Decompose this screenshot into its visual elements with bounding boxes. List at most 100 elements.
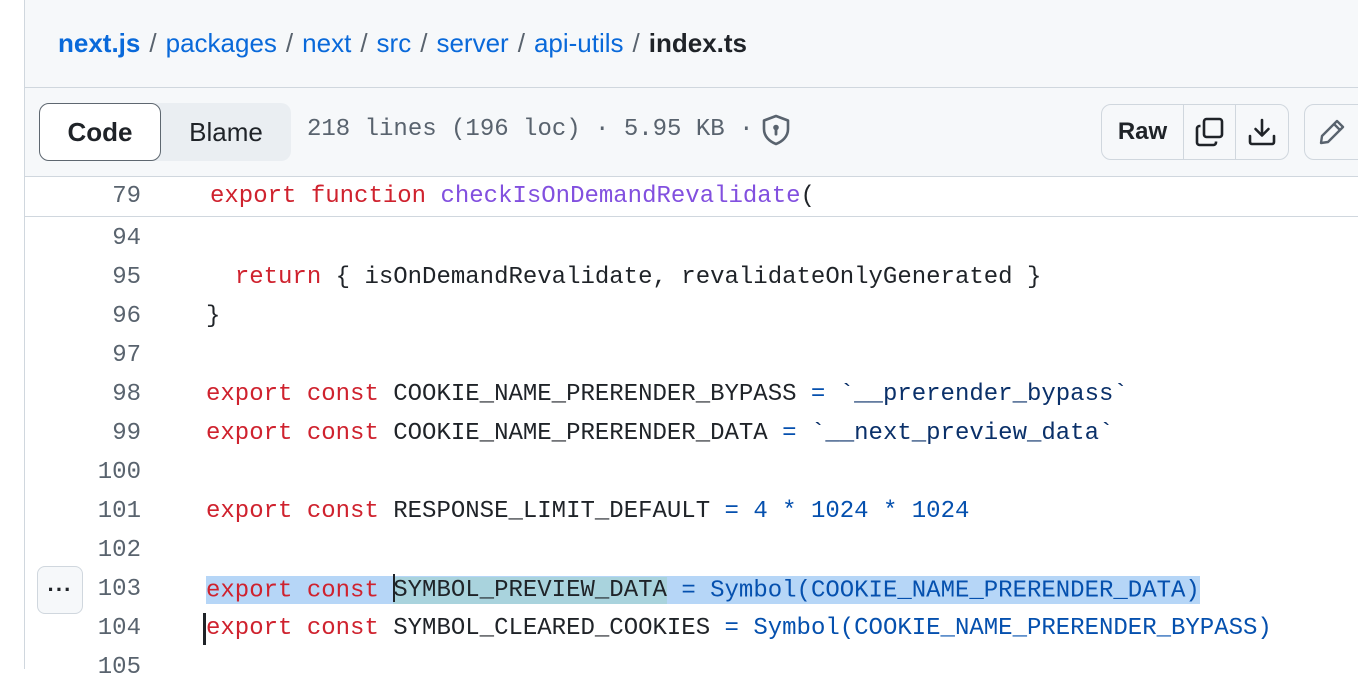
breadcrumb-api-utils-link[interactable]: api-utils <box>534 28 624 59</box>
keyword: const <box>306 381 379 408</box>
shield-icon[interactable] <box>761 114 791 146</box>
punctuation: ( <box>800 183 815 210</box>
keyword: const <box>306 420 379 447</box>
copy-raw-button[interactable] <box>1184 105 1236 159</box>
number-literal: 4 <box>753 498 768 525</box>
file-view: next.js / packages / next / src / server… <box>25 0 1358 681</box>
identifier: COOKIE_NAME_PRERENDER_BYPASS <box>393 381 797 408</box>
line-number[interactable]: 94 <box>93 225 141 252</box>
code-row: 96 } <box>25 297 1358 336</box>
code-viewer[interactable]: 79 export function checkIsOnDemandRevali… <box>25 177 1358 681</box>
keyword: const <box>306 498 379 525</box>
line-number[interactable]: 105 <box>93 654 141 681</box>
code-row: 98 export const COOKIE_NAME_PRERENDER_BY… <box>25 375 1358 414</box>
keyword: export <box>206 615 293 642</box>
code-line: export const COOKIE_NAME_PRERENDER_DATA … <box>206 420 1113 447</box>
identifier: SYMBOL_CLEARED_COOKIES <box>393 615 711 642</box>
line-number[interactable]: 79 <box>93 183 141 210</box>
code-text: } <box>206 303 221 330</box>
operator: = <box>810 381 826 408</box>
code-row: 95 return { isOnDemandRevalidate, revali… <box>25 258 1358 297</box>
string-literal: `__next_preview_data` <box>810 420 1114 447</box>
code-row: 101 export const RESPONSE_LIMIT_DEFAULT … <box>25 492 1358 531</box>
pencil-icon <box>1319 119 1345 145</box>
text-cursor <box>393 574 396 602</box>
keyword: export <box>206 498 293 525</box>
download-button[interactable] <box>1236 105 1288 159</box>
code-row: 100 <box>25 453 1358 492</box>
keyword: const <box>306 577 379 605</box>
copy-icon <box>1195 117 1223 147</box>
sticky-header-line[interactable]: 79 export function checkIsOnDemandRevali… <box>25 177 1358 217</box>
line-number[interactable]: 101 <box>93 498 141 525</box>
keyword: export <box>206 577 293 605</box>
breadcrumb-separator: / <box>285 28 294 58</box>
view-mode-segmented-control: Code Blame <box>39 103 291 161</box>
tab-blame[interactable]: Blame <box>161 103 291 161</box>
line-number[interactable]: 99 <box>93 420 141 447</box>
tab-code[interactable]: Code <box>39 103 161 161</box>
keyword: export <box>210 183 297 210</box>
code-row-selected: ··· 103 export const SYMBOL_PREVIEW_DATA… <box>25 566 1358 614</box>
line-options-button[interactable]: ··· <box>37 566 83 614</box>
breadcrumb-repo-link[interactable]: next.js <box>58 28 140 59</box>
number-literal: 1024 <box>810 498 869 525</box>
code-row: 94 <box>25 219 1358 258</box>
operator: = <box>782 420 797 447</box>
code-text: Symbol(COOKIE_NAME_PRERENDER_BYPASS) <box>753 615 1272 642</box>
file-header: Code Blame 218 lines (196 loc) · 5.95 KB… <box>25 88 1358 177</box>
code-row: 105 <box>25 648 1358 687</box>
keyword: return <box>234 264 322 291</box>
breadcrumb-separator: / <box>149 28 157 58</box>
keyword: function <box>310 183 427 210</box>
raw-button[interactable]: Raw <box>1102 105 1184 159</box>
breadcrumb-server-link[interactable]: server <box>436 28 508 59</box>
breadcrumb-packages-link[interactable]: packages <box>166 28 277 59</box>
code-row: 102 <box>25 531 1358 570</box>
function-name: checkIsOnDemandRevalidate <box>440 183 801 210</box>
code-line: } <box>206 303 220 330</box>
line-number[interactable]: 97 <box>93 342 141 369</box>
line-number[interactable]: 96 <box>93 303 141 330</box>
code-line: export const SYMBOL_CLEARED_COOKIES = Sy… <box>206 615 1272 642</box>
identifier: RESPONSE_LIMIT_DEFAULT <box>393 498 711 525</box>
operator: * <box>882 498 898 525</box>
breadcrumb-separator: / <box>632 28 640 58</box>
string-literal: `__prerender_bypass` <box>839 381 1128 408</box>
code-line: export const COOKIE_NAME_PRERENDER_BYPAS… <box>206 381 1128 408</box>
keyword: export <box>206 420 293 447</box>
breadcrumb-separator: / <box>517 28 525 58</box>
breadcrumb-separator: / <box>360 28 368 58</box>
operator: = <box>724 498 739 525</box>
keyword: export <box>206 381 293 408</box>
breadcrumb-next-link[interactable]: next <box>302 28 351 59</box>
selected-code-line: export const SYMBOL_PREVIEW_DATA = Symbo… <box>206 574 1200 605</box>
breadcrumb-src-link[interactable]: src <box>377 28 412 59</box>
breadcrumb: next.js / packages / next / src / server… <box>25 0 1358 88</box>
number-literal: 1024 <box>911 498 970 525</box>
identifier: COOKIE_NAME_PRERENDER_DATA <box>393 420 768 447</box>
breadcrumb-current-file: index.ts <box>648 28 748 58</box>
download-icon <box>1248 118 1276 146</box>
code-row: 104 export const SYMBOL_CLEARED_COOKIES … <box>25 609 1358 648</box>
line-number[interactable]: 103 <box>93 576 141 603</box>
edit-file-button[interactable] <box>1304 104 1358 160</box>
code-line: export function checkIsOnDemandRevalidat… <box>210 183 815 210</box>
code-line: export const RESPONSE_LIMIT_DEFAULT = 4 … <box>206 498 969 525</box>
keyword: const <box>306 615 379 642</box>
operator: * <box>782 498 797 525</box>
line-number[interactable]: 102 <box>93 537 141 564</box>
code-line: return { isOnDemandRevalidate, revalidat… <box>206 264 1042 291</box>
identifier: SYMBOL_PREVIEW_DATA <box>393 577 667 605</box>
code-text: Symbol(COOKIE_NAME_PRERENDER_DATA) <box>710 577 1200 605</box>
line-number[interactable]: 100 <box>93 459 141 486</box>
file-stats: 218 lines (196 loc) · 5.95 KB · <box>307 116 754 143</box>
line-number[interactable]: 98 <box>93 381 141 408</box>
line-number[interactable]: 95 <box>93 264 141 291</box>
operator: = <box>724 615 739 642</box>
line-number[interactable]: 104 <box>93 615 141 642</box>
file-actions-group: Raw <box>1101 104 1289 160</box>
operator: = <box>681 577 696 605</box>
code-row: 99 export const COOKIE_NAME_PRERENDER_DA… <box>25 414 1358 453</box>
